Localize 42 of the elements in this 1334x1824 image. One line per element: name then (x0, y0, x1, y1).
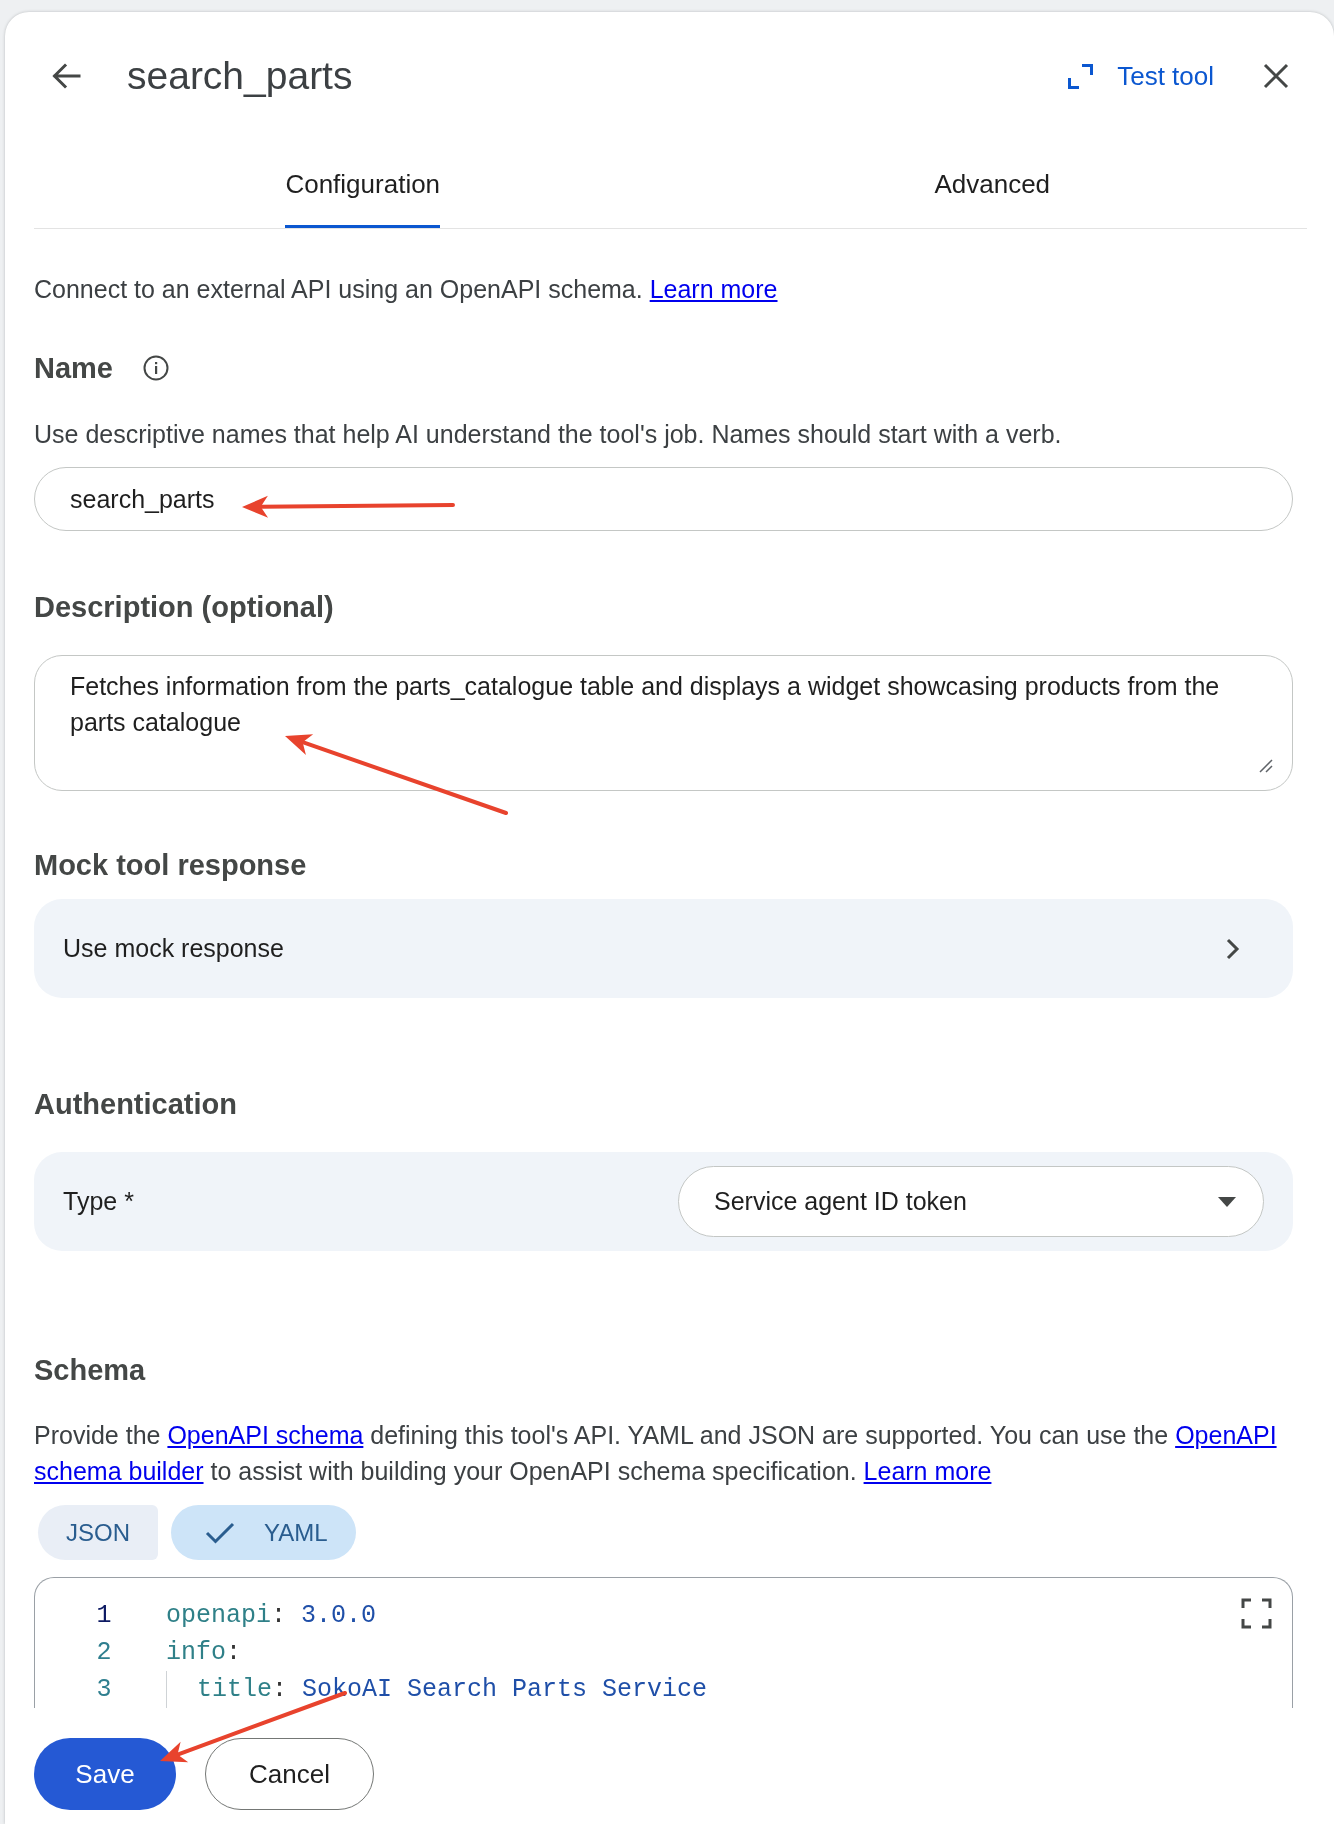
schema-description: Provide the OpenAPI schema defining this tool's API. YAML and JSON are supported. You can use the OpenAPI schema builder to assist with building your OpenAPI schema specification. Learn more (34, 1420, 1278, 1487)
line-number: 2 (95, 1637, 113, 1669)
tool-title: search_parts (127, 54, 353, 98)
name-field[interactable]: search_parts (34, 467, 1293, 531)
format-toggle[interactable]: JSON (38, 1505, 158, 1560)
code-line: info: (166, 1637, 242, 1669)
code-line: openapi: 3.0.0 (166, 1600, 377, 1632)
description-field[interactable]: Fetches information from the parts_catalogue table and displays a widget showcasing products from the parts catalogue (34, 655, 1293, 791)
info-icon[interactable] (143, 355, 169, 381)
link[interactable]: OpenAPI (1175, 1421, 1277, 1449)
section-heading: Authentication (34, 1087, 238, 1121)
link[interactable]: schema builder (34, 1457, 204, 1485)
section-heading: Name (34, 351, 113, 385)
fullscreen-icon[interactable] (1241, 1598, 1272, 1629)
test-tool-button[interactable]: Test tool (1068, 60, 1214, 92)
tab[interactable]: Configuration (285, 140, 441, 228)
code-editor[interactable]: 1 openapi: 3.0.0 2 info: 3 title: SokoAI Search Parts Service (34, 1577, 1293, 1708)
intro-text: Connect to an external API using an OpenAPI schema. Learn more (34, 274, 779, 305)
save-button[interactable]: Save (34, 1738, 176, 1810)
type-dropdown[interactable]: Service agent ID token (678, 1166, 1264, 1237)
expand-icon (1068, 63, 1094, 89)
resize-handle-icon[interactable] (1259, 759, 1273, 773)
line-number: 1 (95, 1600, 113, 1632)
section-heading: Mock tool response (34, 848, 308, 882)
link[interactable]: Learn more (863, 1457, 992, 1485)
mock-response-row[interactable]: Use mock response (34, 899, 1293, 998)
type-label: Type * (63, 1187, 134, 1216)
back-arrow-icon[interactable] (51, 61, 81, 91)
code-line: title: SokoAI Search Parts Service (197, 1675, 708, 1704)
section-heading: Description (optional) (34, 590, 335, 624)
chevron-right-icon (1225, 936, 1241, 961)
link[interactable]: Learn more (649, 275, 778, 303)
dropdown-caret-icon (1218, 1196, 1236, 1207)
line-number: 3 (95, 1674, 113, 1706)
link[interactable]: OpenAPI schema (167, 1421, 364, 1449)
hint-text: Use descriptive names that help AI understand the tool's job. Names should start with a verb. (34, 419, 1063, 450)
close-icon[interactable] (1263, 63, 1289, 89)
check-icon (205, 1521, 235, 1544)
cancel-button[interactable]: Cancel (205, 1738, 374, 1810)
format-toggle[interactable]: YAML (171, 1505, 356, 1560)
section-heading: Schema (34, 1353, 147, 1387)
tab[interactable]: Advanced (934, 140, 1051, 228)
